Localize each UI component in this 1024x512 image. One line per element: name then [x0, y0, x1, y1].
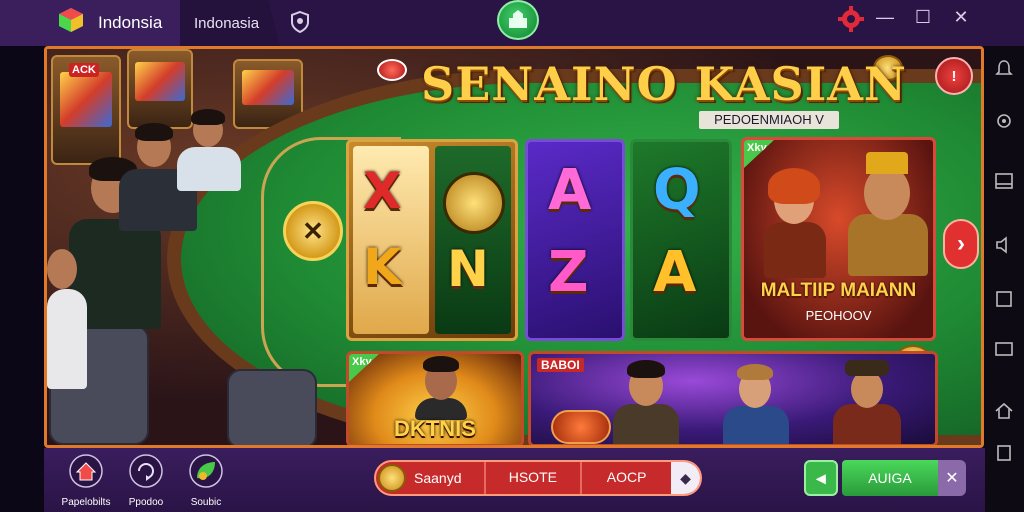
character-figure — [844, 150, 930, 276]
game-card-bottom-wide[interactable]: BABOI — [528, 351, 938, 445]
character-figure — [721, 364, 791, 444]
tab-active[interactable]: Indonsia — [0, 0, 180, 46]
search-label[interactable]: Saanyd — [406, 470, 484, 486]
leaf-icon — [189, 454, 223, 488]
new-badge: Xky — [349, 354, 379, 382]
bottom-bar: Papelobilts Ppodoo Soubic Saanyd HSOTE A… — [44, 448, 985, 512]
refresh-icon — [129, 454, 163, 488]
reel-letter: X — [363, 162, 402, 220]
home-icon[interactable] — [993, 400, 1015, 422]
chair — [227, 369, 317, 445]
game-subtitle: PEDOENMIAOH V — [699, 111, 839, 129]
card-tag: BABOI — [537, 358, 584, 372]
volume-icon[interactable] — [993, 234, 1015, 256]
gold-medallion — [443, 172, 505, 234]
window-icon[interactable] — [993, 288, 1015, 310]
segment-button[interactable]: HSOTE — [483, 462, 581, 494]
home-icon — [69, 454, 103, 488]
bell-icon[interactable] — [993, 58, 1015, 80]
segment-button[interactable]: AOCP — [580, 462, 671, 494]
nav-item-leaf[interactable]: Soubic — [178, 454, 234, 510]
close-button[interactable]: ✕ — [948, 4, 974, 30]
right-sidebar — [985, 46, 1024, 512]
nav-label: Ppodoo — [128, 497, 164, 508]
character-figure — [611, 360, 681, 444]
gear-icon[interactable] — [838, 6, 864, 32]
castle-icon — [509, 10, 527, 28]
reel-letter: K — [363, 238, 402, 296]
alert-button[interactable]: ! — [935, 57, 973, 95]
app-title: Indonsia — [98, 13, 163, 32]
card-title: DKTNIS — [394, 416, 476, 441]
character-figure — [831, 360, 903, 444]
dismiss-button[interactable]: ✕ — [938, 460, 966, 496]
game-card-reels-3[interactable]: Q A — [630, 139, 732, 341]
reel-letter: A — [653, 240, 697, 305]
minimize-button[interactable]: — — [872, 4, 898, 30]
nav-item-home[interactable]: Papelobilts — [58, 454, 114, 510]
back-button[interactable]: ◂ — [804, 460, 838, 496]
search-bar[interactable]: Saanyd HSOTE AOCP ◆ — [374, 460, 702, 496]
title-bar: Indonsia Indonasia — ☐ ✕ — [0, 0, 1024, 46]
app-logo-icon — [59, 8, 83, 32]
game-view[interactable]: ACK SENAINO KASIAN PEDOENMIAOH V ! ✕ X K… — [44, 46, 984, 448]
reel-letter: A — [548, 158, 592, 223]
nav-label: Soubic — [190, 497, 222, 508]
game-card-featured[interactable]: Xky MALTIIP MAIANN PEOHOOV — [741, 137, 936, 341]
reel-letter: Q — [653, 158, 701, 223]
character-figure — [760, 166, 830, 278]
treasure-object — [551, 410, 611, 444]
machine-label: ACK — [69, 63, 99, 77]
new-badge: Xky — [744, 140, 774, 168]
action-button[interactable]: AUIGA — [842, 460, 938, 496]
center-home-button[interactable] — [497, 0, 539, 40]
character-figure — [411, 356, 471, 420]
shield-icon[interactable] — [288, 10, 312, 34]
diamond-icon[interactable]: ◆ — [671, 462, 700, 494]
settings-icon[interactable] — [993, 110, 1015, 132]
maximize-button[interactable]: ☐ — [910, 4, 936, 30]
next-arrow-button[interactable]: › — [943, 219, 979, 269]
player-figure — [47, 249, 97, 389]
screen-icon[interactable] — [993, 170, 1015, 192]
coin-icon[interactable]: ✕ — [283, 201, 343, 261]
poker-chip — [377, 59, 407, 81]
game-card-bottom-left[interactable]: Xky DKTNIS — [346, 351, 524, 445]
game-card-reels-1[interactable]: X K N — [346, 139, 518, 341]
recent-apps-icon[interactable] — [993, 442, 1015, 464]
nav-item-refresh[interactable]: Ppodoo — [118, 454, 174, 510]
reel-letter: N — [447, 240, 489, 298]
tab-second[interactable]: Indonasia — [180, 0, 280, 46]
coin-icon — [378, 464, 406, 492]
screenshot-icon[interactable] — [993, 338, 1015, 360]
card-subtitle: PEOHOOV — [805, 308, 872, 323]
player-figure — [177, 109, 247, 191]
nav-label: Papelobilts — [61, 497, 111, 508]
reel-letter: Z — [548, 240, 589, 305]
game-card-reels-2[interactable]: A Z — [525, 139, 625, 341]
card-title: MALTIIP MAIANN — [760, 280, 917, 301]
